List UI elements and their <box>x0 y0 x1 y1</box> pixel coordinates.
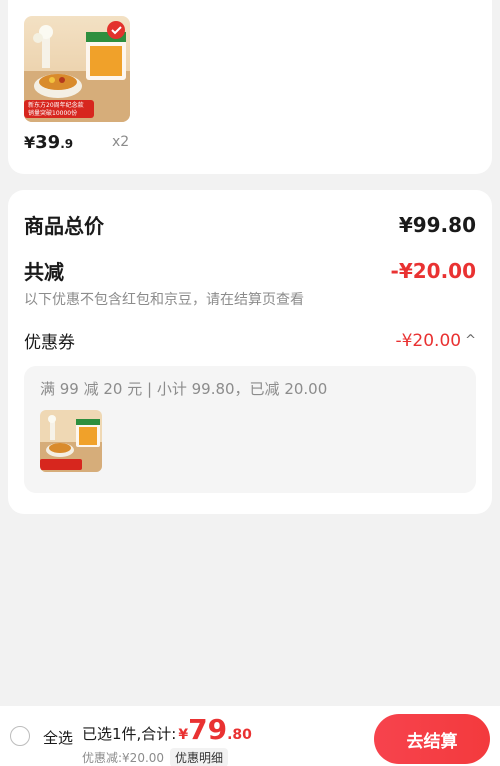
product-card: 新东方20周年纪念款 销量突破10000份 ¥ 39 .9 x2 <box>8 0 492 174</box>
discount-note: 以下优惠不包含红包和京豆，请在结算页查看 <box>24 292 304 308</box>
checkout-bar: 全选 已选1件,合计: ¥ 79 .80 优惠减:¥20.00 优惠明细 去结算 <box>0 706 500 766</box>
total-symbol: ¥ <box>178 727 189 743</box>
selected-summary: 已选1件,合计: ¥ 79 .80 <box>82 716 252 744</box>
coupon-row[interactable]: 优惠券 -¥20.00 ^ <box>24 328 476 354</box>
discount-label: 共减 <box>24 260 64 284</box>
discount-text: 优惠减:¥20.00 <box>82 751 165 765</box>
total-decimal: .80 <box>227 727 252 743</box>
total-integer: 79 <box>188 713 228 746</box>
price-decimal: .9 <box>60 137 74 151</box>
checkout-button[interactable]: 去结算 <box>374 714 490 764</box>
coupon-detail-text: 满 99 减 20 元 | 小计 99.80，已减 20.00 <box>40 380 328 398</box>
image-caption-line2: 销量突破10000份 <box>28 109 77 117</box>
image-caption-line1: 新东方20周年纪念款 <box>28 101 84 109</box>
coupon-detail-box: 满 99 减 20 元 | 小计 99.80，已减 20.00 <box>24 366 476 493</box>
total-value: ¥99.80 <box>398 212 476 237</box>
price-integer: 39 <box>35 132 61 153</box>
discount-row: 共减 -¥20.00 <box>24 256 476 285</box>
discount-detail-button[interactable]: 优惠明细 <box>170 748 229 766</box>
select-all-radio[interactable] <box>10 726 30 746</box>
price-symbol: ¥ <box>24 133 36 152</box>
chevron-up-icon: ^ <box>465 333 476 348</box>
product-image[interactable]: 新东方20周年纪念款 销量突破10000份 <box>24 16 130 122</box>
total-row: 商品总价 ¥99.80 <box>24 210 476 239</box>
coupon-label: 优惠券 <box>24 333 75 353</box>
coupon-product-image[interactable] <box>40 410 102 472</box>
select-all-label[interactable]: 全选 <box>43 727 73 748</box>
product-quantity: x2 <box>112 134 130 150</box>
product-price: ¥ 39 .9 <box>24 132 73 153</box>
coupon-value: -¥20.00 <box>395 330 462 351</box>
coupon-toggle[interactable]: -¥20.00 ^ <box>395 331 476 351</box>
discount-value: -¥20.00 <box>390 258 476 283</box>
price-summary-card: 商品总价 ¥99.80 共减 -¥20.00 以下优惠不包含红包和京豆，请在结算… <box>8 190 492 514</box>
total-label: 商品总价 <box>24 214 104 238</box>
discount-line: 优惠减:¥20.00 优惠明细 <box>82 748 229 766</box>
selected-text: 已选1件,合计: <box>82 725 177 743</box>
